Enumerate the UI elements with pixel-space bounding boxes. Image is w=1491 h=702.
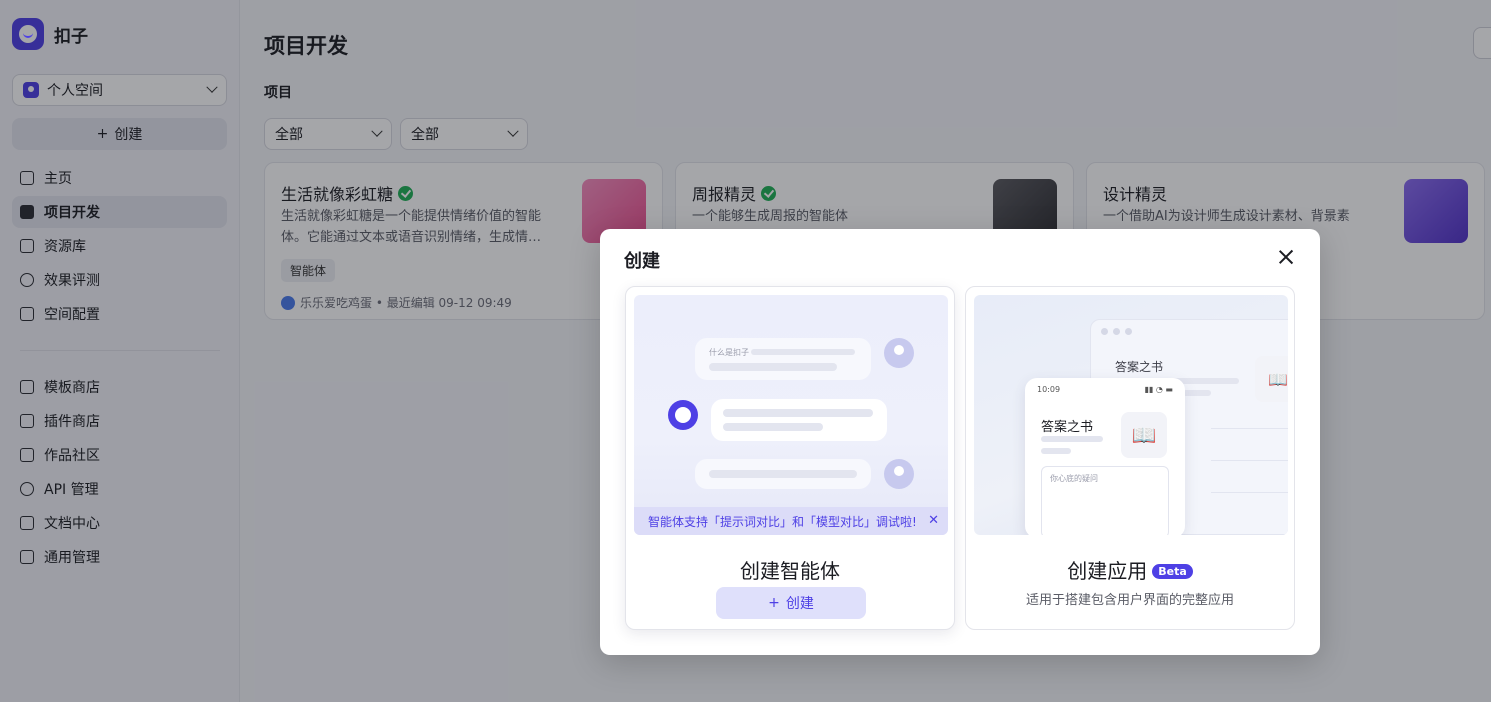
signal-icon: ▮▮ ◔ ▬ [1144, 385, 1173, 394]
preview-time: 10:09 [1037, 385, 1061, 394]
preview-answer-bubble [711, 399, 887, 441]
preview-line [1211, 460, 1288, 461]
create-modal: 创建 什么是扣子 智能体支持「提示词对比」和「模型对比」调试啦! ✕ 创建智能体… [600, 229, 1320, 655]
create-app-title: 创建应用 [1067, 559, 1148, 583]
app-preview: 答案之书 📖 10:09 ▮▮ ◔ ▬ 答案之书 📖 你心底的疑问 [974, 295, 1288, 535]
preview-line [1211, 428, 1288, 429]
close-icon[interactable] [1278, 249, 1294, 265]
preview-question-bubble [695, 459, 871, 489]
window-dot [1113, 328, 1120, 335]
beta-badge: Beta [1152, 564, 1193, 579]
preview-line [709, 470, 857, 478]
create-app-subtitle: 适用于搭建包含用户界面的完整应用 [1025, 593, 1234, 608]
preview-line [751, 349, 855, 355]
preview-line [723, 409, 873, 417]
create-agent-button[interactable]: + 创建 [716, 587, 866, 619]
window-dot [1101, 328, 1108, 335]
feature-notice: 智能体支持「提示词对比」和「模型对比」调试啦! ✕ [634, 507, 948, 535]
preview-phone: 10:09 ▮▮ ◔ ▬ 答案之书 📖 你心底的疑问 [1025, 378, 1185, 535]
preview-input: 你心底的疑问 [1041, 466, 1169, 535]
agent-preview: 什么是扣子 智能体支持「提示词对比」和「模型对比」调试啦! ✕ [634, 295, 948, 535]
preview-placeholder: 你心底的疑问 [1050, 474, 1098, 483]
preview-line [709, 363, 837, 371]
preview-question: 什么是扣子 [709, 348, 749, 357]
bot-avatar-icon [668, 400, 698, 430]
modal-title: 创建 [624, 251, 660, 272]
close-icon[interactable]: ✕ [928, 513, 939, 528]
preview-line [1211, 492, 1288, 493]
create-app-option[interactable]: 答案之书 📖 10:09 ▮▮ ◔ ▬ 答案之书 📖 你心底的疑问 创建应用 B… [965, 286, 1295, 630]
notice-text: 智能体支持「提示词对比」和「模型对比」调试啦! [648, 514, 917, 529]
preview-line [1041, 448, 1071, 454]
preview-window-title: 答案之书 [1115, 360, 1164, 374]
preview-question-bubble: 什么是扣子 [695, 338, 871, 380]
user-avatar-icon [884, 459, 914, 489]
plus-icon: + [768, 595, 780, 611]
book-icon: 📖 [1255, 356, 1288, 402]
create-agent-title: 创建智能体 [740, 559, 840, 583]
window-dot [1125, 328, 1132, 335]
create-agent-option[interactable]: 什么是扣子 智能体支持「提示词对比」和「模型对比」调试啦! ✕ 创建智能体 + … [625, 286, 955, 630]
create-agent-button-label: 创建 [785, 596, 814, 612]
user-avatar-icon [884, 338, 914, 368]
preview-phone-title: 答案之书 [1041, 420, 1094, 435]
preview-line [723, 423, 823, 431]
create-app-title-row: 创建应用 Beta [966, 555, 1294, 584]
preview-line [1041, 436, 1103, 442]
book-icon: 📖 [1121, 412, 1167, 458]
